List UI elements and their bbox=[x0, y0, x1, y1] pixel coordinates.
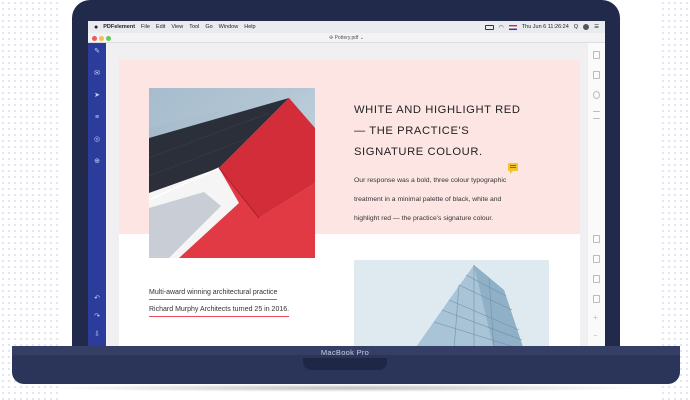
battery-icon[interactable] bbox=[484, 24, 494, 30]
zoom-in-icon[interactable]: + bbox=[593, 313, 598, 322]
input-flag-icon[interactable] bbox=[508, 24, 517, 30]
architecture-photo[interactable] bbox=[149, 88, 315, 258]
stamp-icon[interactable]: ⊕ bbox=[93, 158, 101, 166]
laptop-shadow bbox=[40, 384, 650, 392]
doc-icon-3[interactable] bbox=[593, 275, 600, 283]
doc-icon-1[interactable] bbox=[593, 235, 600, 243]
menu-tool[interactable]: Tool bbox=[189, 24, 199, 30]
menu-edit[interactable]: Edit bbox=[156, 24, 165, 30]
mail-icon[interactable]: ✉ bbox=[93, 70, 101, 78]
window-titlebar: ✣ Pottery.pdf ⌄ bbox=[88, 33, 605, 43]
thumbnails-icon[interactable] bbox=[593, 51, 600, 59]
laptop-notch bbox=[303, 358, 387, 370]
page-icon[interactable] bbox=[593, 71, 600, 79]
menubar-clock[interactable]: Thu Jun 6 11:26:24 bbox=[522, 24, 569, 30]
device-label: MacBook Pro bbox=[320, 348, 370, 357]
wifi-icon[interactable]: ◠ bbox=[499, 24, 504, 31]
menu-help[interactable]: Help bbox=[244, 24, 255, 30]
laptop-screen: ● PDFelement File Edit View Tool Go Wind… bbox=[88, 21, 605, 347]
caption-line-1[interactable]: Multi-award winning architectural practi… bbox=[149, 289, 278, 300]
body-line-2: treatment in a minimal palette of black,… bbox=[354, 196, 502, 203]
left-sidebar: ✎ ✉ ➤ ≡ ◎ ⊕ ↶ ↷ ⇩ bbox=[88, 43, 106, 347]
compass-icon[interactable]: ◎ bbox=[93, 136, 101, 144]
pdf-page[interactable]: WHITE AND HIGHLIGHT RED — THE PRACTICE'S… bbox=[119, 60, 580, 347]
body-line-1: Our response was a bold, three colour ty… bbox=[354, 177, 507, 184]
zoom-out-icon[interactable]: − bbox=[593, 331, 598, 340]
list-icon[interactable]: ≡ bbox=[93, 114, 101, 122]
undo-icon[interactable]: ↶ bbox=[93, 295, 101, 303]
document-canvas[interactable]: WHITE AND HIGHLIGHT RED — THE PRACTICE'S… bbox=[106, 43, 587, 347]
stage: ● PDFelement File Edit View Tool Go Wind… bbox=[0, 0, 690, 400]
comment-icon[interactable] bbox=[508, 163, 518, 174]
right-tool-rail: + − bbox=[587, 43, 605, 347]
heading-line-2: — THE PRACTICE'S bbox=[354, 125, 470, 137]
menu-app-name[interactable]: PDFelement bbox=[103, 24, 135, 30]
section-heading[interactable]: WHITE AND HIGHLIGHT RED — THE PRACTICE'S… bbox=[354, 100, 554, 163]
body-line-3: highlight red — the practice's signature… bbox=[354, 215, 494, 222]
menu-window[interactable]: Window bbox=[219, 24, 239, 30]
export-icon[interactable]: ⇩ bbox=[93, 331, 101, 339]
glass-building-photo[interactable] bbox=[354, 260, 549, 347]
pen-icon[interactable]: ✎ bbox=[93, 48, 101, 56]
mac-menubar: ● PDFelement File Edit View Tool Go Wind… bbox=[88, 21, 605, 33]
properties-icon[interactable] bbox=[593, 111, 600, 119]
menu-view[interactable]: View bbox=[171, 24, 183, 30]
menu-file[interactable]: File bbox=[141, 24, 150, 30]
siri-icon[interactable] bbox=[583, 24, 590, 30]
heading-line-1: WHITE AND HIGHLIGHT RED bbox=[354, 104, 521, 116]
control-center-icon[interactable]: ☰ bbox=[594, 24, 599, 30]
search-icon[interactable]: Q bbox=[574, 24, 578, 30]
heading-line-3: SIGNATURE COLOUR. bbox=[354, 146, 483, 158]
caption-line-2[interactable]: Richard Murphy Architects turned 25 in 2… bbox=[149, 306, 290, 317]
document-title[interactable]: ✣ Pottery.pdf ⌄ bbox=[88, 35, 605, 41]
menubar-status: ◠ Thu Jun 6 11:26:24 Q ☰ bbox=[484, 24, 605, 31]
body-paragraph[interactable]: Our response was a bold, three colour ty… bbox=[354, 171, 544, 228]
doc-icon-4[interactable] bbox=[593, 295, 600, 303]
send-icon[interactable]: ➤ bbox=[93, 92, 101, 100]
apple-icon[interactable]: ● bbox=[94, 24, 98, 31]
doc-icon-2[interactable] bbox=[593, 255, 600, 263]
comments-panel-icon[interactable] bbox=[593, 91, 600, 99]
menu-go[interactable]: Go bbox=[205, 24, 212, 30]
redo-icon[interactable]: ↷ bbox=[93, 313, 101, 321]
